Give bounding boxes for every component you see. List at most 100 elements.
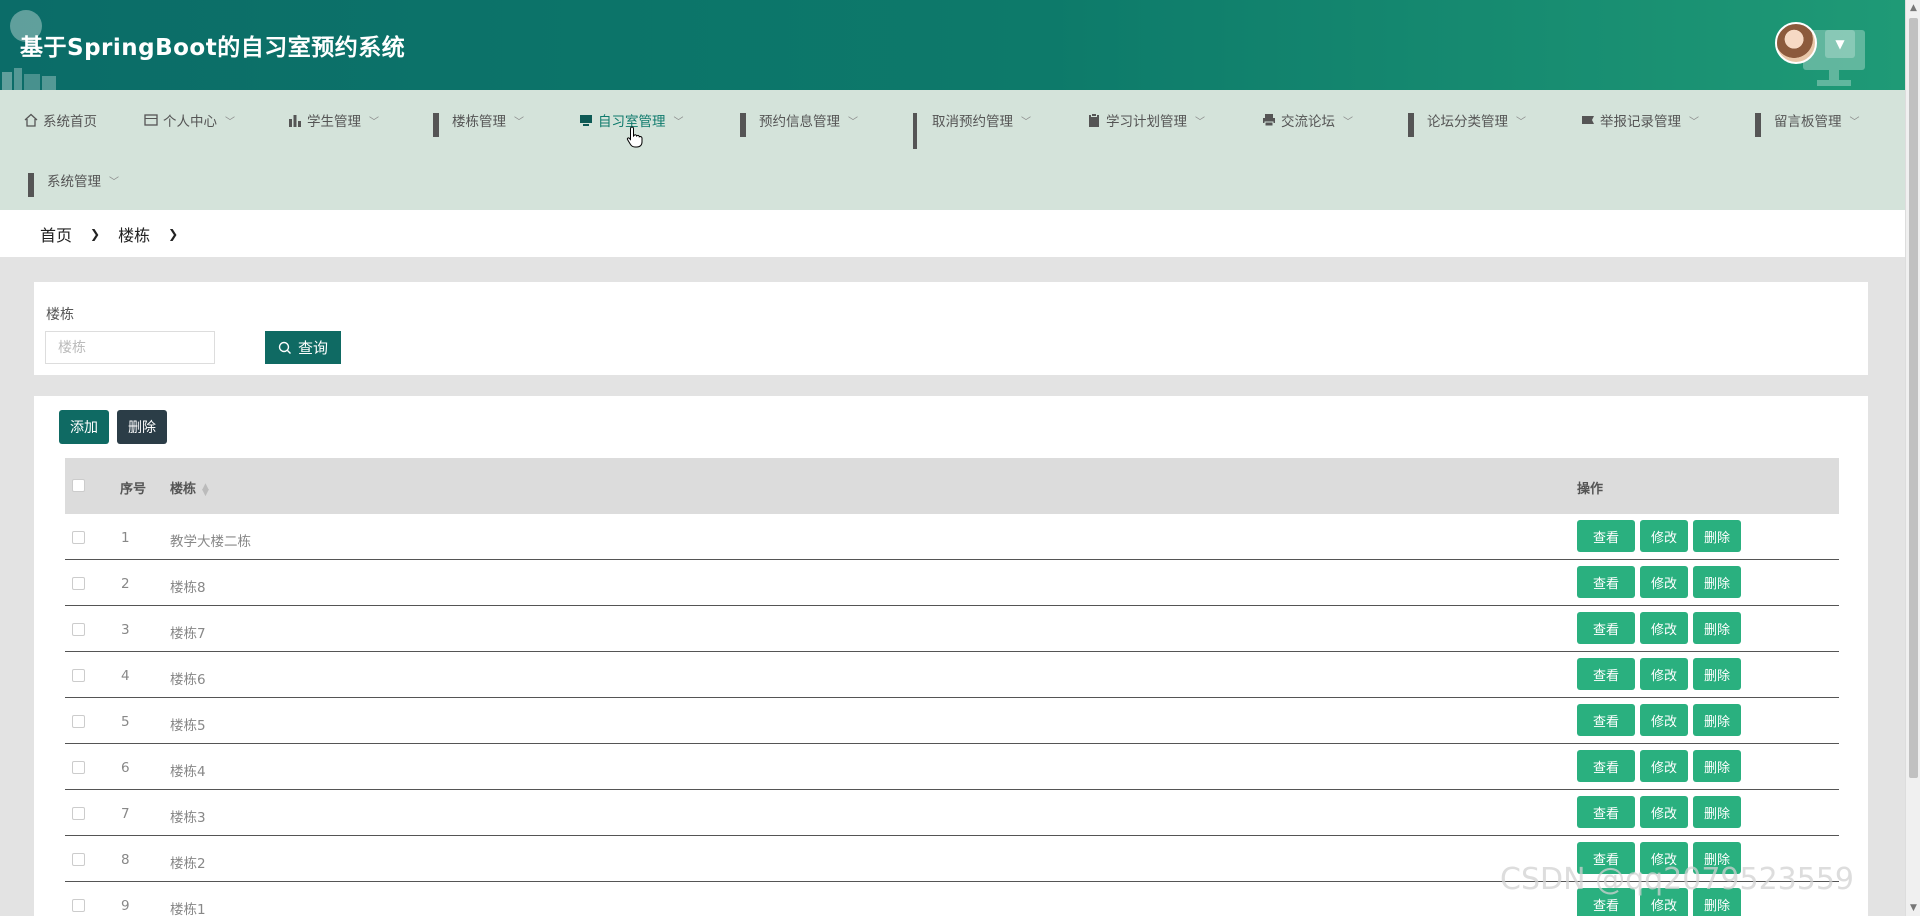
bar-chart-icon: [289, 115, 301, 127]
delete-button[interactable]: 删除: [1693, 796, 1741, 828]
delete-button[interactable]: 删除: [1693, 750, 1741, 782]
view-button[interactable]: 查看: [1577, 750, 1635, 782]
column-header-building[interactable]: 楼栋 ▲ ▼: [170, 478, 209, 497]
row-building: 楼栋6: [170, 672, 206, 688]
user-menu-caret-icon[interactable]: ▼: [1825, 30, 1855, 58]
avatar[interactable]: [1775, 22, 1817, 64]
edit-button[interactable]: 修改: [1640, 612, 1688, 644]
table-row: 7 楼栋3 查看 修改 删除: [65, 790, 1839, 836]
row-building: 楼栋4: [170, 764, 206, 780]
building-search-input[interactable]: [45, 331, 215, 364]
view-button[interactable]: 查看: [1577, 658, 1635, 690]
row-index: 7: [121, 806, 130, 822]
view-button[interactable]: 查看: [1577, 796, 1635, 828]
search-panel: 楼栋 查询: [34, 282, 1868, 375]
edit-button[interactable]: 修改: [1640, 750, 1688, 782]
row-building: 楼栋3: [170, 810, 206, 826]
printer-icon: [1263, 114, 1275, 127]
breadcrumb-current: 楼栋: [118, 225, 151, 245]
row-index: 8: [121, 852, 130, 868]
row-checkbox[interactable]: [72, 623, 85, 636]
search-button-label: 查询: [297, 340, 328, 357]
grid-icon: [28, 173, 42, 197]
delete-button[interactable]: 删除: [1693, 704, 1741, 736]
row-index: 6: [121, 760, 130, 776]
nav-label-forum-category-management: 论坛分类管理: [1427, 114, 1508, 130]
main-nav: 系统首页 个人中心 ﹀ 学生管理 ﹀ 楼栋管理 ﹀ 自习室管理 ﹀ 预约信息管理…: [0, 90, 1905, 210]
edit-button[interactable]: 修改: [1640, 520, 1688, 552]
grid-icon: [740, 113, 754, 137]
row-checkbox[interactable]: [72, 899, 85, 912]
top-header: 基于SpringBoot的自习室预约系统 ▼: [0, 0, 1905, 90]
chevron-down-icon: ﹀: [225, 116, 235, 128]
nav-item-study-plan-management[interactable]: 学习计划管理 ﹀: [1087, 90, 1205, 150]
chevron-down-icon: ﹀: [1343, 116, 1353, 128]
view-button[interactable]: 查看: [1577, 612, 1635, 644]
chevron-down-icon: ﹀: [1689, 116, 1699, 128]
chevron-down-icon: ﹀: [1516, 116, 1526, 128]
table-row: 6 楼栋4 查看 修改 删除: [65, 744, 1839, 790]
nav-item-forum-category-management[interactable]: 论坛分类管理 ﹀: [1408, 90, 1526, 150]
chevron-down-icon: ﹀: [1021, 116, 1031, 128]
view-button[interactable]: 查看: [1577, 566, 1635, 598]
scroll-down-arrow-icon[interactable]: ▼: [1906, 900, 1920, 916]
sort-icon[interactable]: ▲ ▼: [202, 482, 209, 497]
edit-button[interactable]: 修改: [1640, 796, 1688, 828]
home-icon: [24, 113, 38, 127]
breadcrumb-home[interactable]: 首页: [40, 222, 72, 246]
row-checkbox[interactable]: [72, 577, 85, 590]
nav-label-personal-center: 个人中心: [163, 114, 217, 130]
batch-delete-button[interactable]: 删除: [117, 410, 167, 444]
nav-item-home[interactable]: 系统首页: [24, 90, 97, 150]
nav-item-reservation-management[interactable]: 预约信息管理 ﹀: [740, 90, 858, 150]
nav-item-system-management[interactable]: 系统管理 ﹀: [28, 150, 119, 210]
nav-item-forum[interactable]: 交流论坛 ﹀: [1262, 90, 1353, 150]
apps-icon: [913, 113, 927, 149]
column-header-building-label: 楼栋: [170, 482, 197, 497]
row-checkbox[interactable]: [72, 669, 85, 682]
select-all-checkbox[interactable]: [72, 479, 85, 492]
delete-button[interactable]: 删除: [1693, 612, 1741, 644]
column-header-actions: 操作: [1577, 482, 1604, 497]
delete-button[interactable]: 删除: [1693, 566, 1741, 598]
chevron-down-icon: ﹀: [848, 116, 858, 128]
search-field-label: 楼栋: [46, 307, 74, 323]
nav-label-cancel-reservation-management: 取消预约管理: [932, 114, 1013, 130]
edit-button[interactable]: 修改: [1640, 704, 1688, 736]
row-checkbox[interactable]: [72, 761, 85, 774]
row-checkbox[interactable]: [72, 807, 85, 820]
nav-item-cancel-reservation-management[interactable]: 取消预约管理 ﹀: [913, 90, 1031, 150]
row-building: 教学大楼二栋: [170, 534, 251, 550]
monitor-icon: [580, 115, 592, 126]
search-button[interactable]: 查询: [265, 331, 341, 364]
chevron-down-icon: ﹀: [369, 116, 379, 128]
grid-icon: [1408, 113, 1422, 137]
nav-item-building-management[interactable]: 楼栋管理 ﹀: [433, 90, 524, 150]
table-row: 5 楼栋5 查看 修改 删除: [65, 698, 1839, 744]
scrollbar-thumb[interactable]: [1909, 18, 1918, 778]
chevron-down-icon: ﹀: [1849, 116, 1860, 128]
scroll-up-arrow-icon[interactable]: ▲: [1906, 0, 1920, 16]
nav-item-report-management[interactable]: 举报记录管理 ﹀: [1581, 90, 1699, 150]
nav-item-message-board-management[interactable]: 留言板管理 ﹀: [1755, 90, 1860, 150]
row-index: 5: [121, 714, 130, 730]
row-checkbox[interactable]: [72, 853, 85, 866]
breadcrumb-separator-icon: ❯: [168, 226, 179, 241]
add-button[interactable]: 添加: [59, 410, 109, 444]
delete-button[interactable]: 删除: [1693, 520, 1741, 552]
page-scrollbar[interactable]: ▲ ▼: [1905, 0, 1920, 916]
table-row: 3 楼栋7 查看 修改 删除: [65, 606, 1839, 652]
row-checkbox[interactable]: [72, 531, 85, 544]
nav-label-student-management: 学生管理: [307, 114, 361, 130]
row-checkbox[interactable]: [72, 715, 85, 728]
view-button[interactable]: 查看: [1577, 520, 1635, 552]
books-decoration-icon: [2, 68, 56, 90]
chevron-down-icon: ﹀: [109, 176, 119, 188]
nav-item-personal-center[interactable]: 个人中心 ﹀: [144, 90, 235, 150]
edit-button[interactable]: 修改: [1640, 658, 1688, 690]
view-button[interactable]: 查看: [1577, 704, 1635, 736]
nav-label-home: 系统首页: [43, 114, 97, 130]
nav-item-student-management[interactable]: 学生管理 ﹀: [288, 90, 379, 150]
edit-button[interactable]: 修改: [1640, 566, 1688, 598]
delete-button[interactable]: 删除: [1693, 658, 1741, 690]
